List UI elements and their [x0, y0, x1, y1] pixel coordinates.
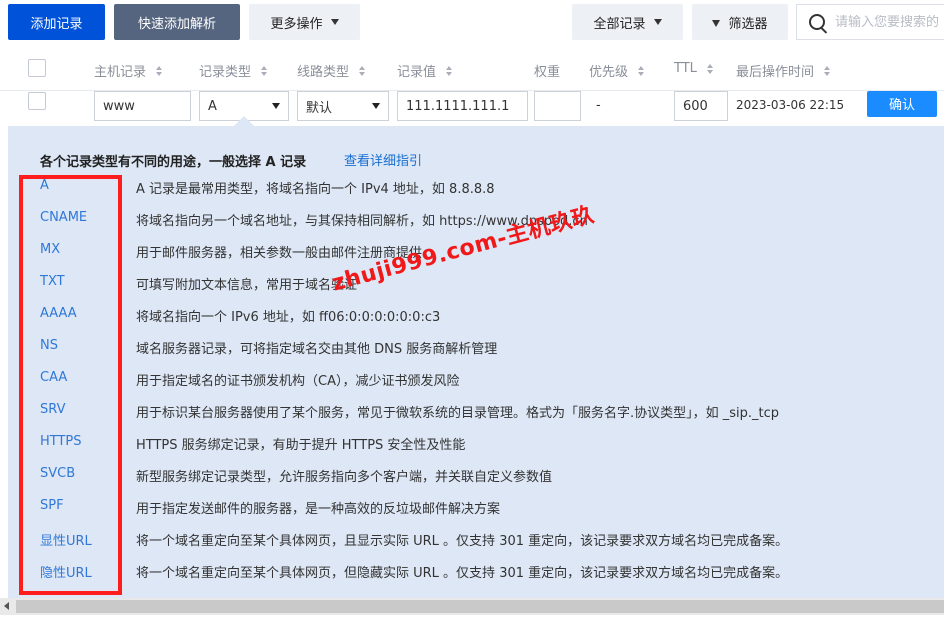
column-line[interactable]: 线路类型 [297, 61, 366, 80]
filter-label: 筛选器 [728, 16, 768, 32]
select-all-checkbox[interactable] [28, 59, 46, 77]
type-desc: 用于指定发送邮件的服务器，是一种高效的反垃圾邮件解决方案 [136, 502, 501, 517]
column-value[interactable]: 记录值 [397, 61, 453, 80]
column-type-label: 记录类型 [199, 65, 252, 80]
table-header: 主机记录 记录类型 线路类型 记录值 权重 优先级 TTL 最后操作时间 [0, 52, 944, 90]
type-row-spf[interactable]: SPF 用于指定发送邮件的服务器，是一种高效的反垃圾邮件解决方案 [8, 498, 944, 530]
ttl-value: 600 [683, 98, 708, 114]
column-last-op-label: 最后操作时间 [736, 65, 815, 80]
type-desc: 将一个域名重定向至某个具体网页，且显示实际 URL 。仅支持 301 重定向，该… [136, 534, 789, 549]
edit-record-row: www A 默认 111.1111.111.1 - 600 2023-03-06… [0, 90, 944, 126]
more-ops-label: 更多操作 [270, 16, 323, 32]
type-row-ns[interactable]: NS 域名服务器记录，可将指定域名交由其他 DNS 服务商解析管理 [8, 338, 944, 370]
highlight-box [19, 175, 122, 595]
type-row-implicit-url[interactable]: 隐性URL 将一个域名重定向至某个具体网页，但隐藏实际 URL 。仅支持 301 … [8, 562, 944, 594]
type-desc: A 记录是最常用类型，将域名指向一个 IPv4 地址，如 8.8.8.8 [136, 182, 495, 197]
sort-icon [638, 65, 645, 76]
guide-link[interactable]: 查看详细指引 [344, 150, 422, 169]
sort-icon [446, 65, 453, 76]
host-value: www [103, 98, 135, 114]
last-op-time: 2023-03-06 22:15 [736, 98, 845, 112]
type-row-aaaa[interactable]: AAAA 将域名指向一个 IPv6 地址，如 ff06:0:0:0:0:0:0:c… [8, 306, 944, 338]
quick-add-button[interactable]: 快速添加解析 [114, 4, 240, 40]
type-value: A [208, 98, 217, 114]
sort-icon [156, 65, 163, 76]
column-host-label: 主机记录 [94, 65, 147, 80]
column-priority-label: 优先级 [589, 65, 629, 80]
column-weight: 权重 [534, 61, 560, 80]
caret-down-icon [653, 19, 662, 25]
confirm-button[interactable]: 确认 [867, 91, 937, 117]
more-ops-dropdown[interactable]: 更多操作 [249, 4, 360, 40]
all-records-label: 全部记录 [593, 16, 646, 32]
column-type[interactable]: 记录类型 [199, 61, 268, 80]
all-records-dropdown[interactable]: 全部记录 [572, 4, 683, 40]
column-host[interactable]: 主机记录 [94, 61, 163, 80]
type-desc: 新型服务绑定记录类型，允许服务指向多个客户端，并关联自定义参数值 [136, 470, 553, 485]
ttl-input[interactable]: 600 [674, 91, 728, 121]
sort-icon [359, 65, 366, 76]
column-value-label: 记录值 [397, 65, 437, 80]
sort-icon [706, 63, 713, 74]
column-weight-label: 权重 [534, 65, 561, 80]
scroll-left-arrow-icon[interactable] [4, 602, 9, 610]
caret-down-icon [372, 103, 380, 109]
search-input[interactable] [835, 14, 944, 30]
type-row-txt[interactable]: TXT 可填写附加文本信息，常用于域名验证 [8, 274, 944, 306]
sort-icon [261, 65, 268, 76]
panel-title: 各个记录类型有不同的用途，一般选择 A 记录 [40, 155, 307, 170]
column-last-op[interactable]: 最后操作时间 [736, 61, 831, 80]
line-select[interactable]: 默认 [297, 91, 389, 121]
type-desc: 域名服务器记录，可将指定域名交由其他 DNS 服务商解析管理 [136, 342, 498, 357]
column-line-label: 线路类型 [297, 65, 350, 80]
row-checkbox[interactable] [28, 92, 46, 110]
horizontal-scrollbar[interactable] [0, 598, 944, 615]
value-input[interactable]: 111.1111.111.1 [397, 91, 528, 121]
search-icon [809, 14, 825, 30]
add-record-button[interactable]: 添加记录 [8, 4, 105, 40]
type-desc: 将一个域名重定向至某个具体网页，但隐藏实际 URL 。仅支持 301 重定向，该… [136, 566, 789, 581]
sort-icon [824, 65, 831, 76]
weight-input[interactable] [534, 91, 581, 121]
type-row-a[interactable]: AA 记录是最常用类型，将域名指向一个 IPv4 地址，如 8.8.8.8 [8, 178, 944, 210]
host-input[interactable]: www [94, 91, 191, 121]
type-desc: 用于标识某台服务器使用了某个服务，常见于微软系统的目录管理。格式为「服务名字.协… [136, 406, 780, 421]
record-value: 111.1111.111.1 [406, 98, 510, 114]
panel-arrow [234, 116, 254, 126]
type-desc: 用于指定域名的证书颁发机构（CA），减少证书颁发风险 [136, 374, 460, 389]
type-desc: 将域名指向一个 IPv6 地址，如 ff06:0:0:0:0:0:0:c3 [136, 310, 441, 325]
type-row-https[interactable]: HTTPS HTTPS 服务绑定记录，有助于提升 HTTPS 安全性及性能 [8, 434, 944, 466]
record-type-help-panel: 各个记录类型有不同的用途，一般选择 A 记录 查看详细指引 AA 记录是最常用类… [8, 126, 944, 598]
line-value: 默认 [306, 100, 333, 116]
filter-button[interactable]: 筛选器 [692, 4, 788, 40]
type-row-explicit-url[interactable]: 显性URL 将一个域名重定向至某个具体网页，且显示实际 URL 。仅支持 301 … [8, 530, 944, 562]
search-box[interactable] [796, 4, 944, 40]
caret-down-icon [272, 103, 280, 109]
type-row-svcb[interactable]: SVCB 新型服务绑定记录类型，允许服务指向多个客户端，并关联自定义参数值 [8, 466, 944, 498]
priority-value: - [596, 98, 601, 113]
column-ttl-label: TTL [674, 61, 697, 76]
filter-icon [712, 19, 721, 27]
caret-down-icon [330, 19, 339, 25]
column-priority[interactable]: 优先级 [589, 61, 645, 80]
type-desc: 可填写附加文本信息，常用于域名验证 [136, 278, 358, 293]
scrollbar-thumb[interactable] [16, 600, 944, 613]
type-row-caa[interactable]: CAA 用于指定域名的证书颁发机构（CA），减少证书颁发风险 [8, 370, 944, 402]
type-row-srv[interactable]: SRV 用于标识某台服务器使用了某个服务，常见于微软系统的目录管理。格式为「服务名… [8, 402, 944, 434]
type-desc: HTTPS 服务绑定记录，有助于提升 HTTPS 安全性及性能 [136, 438, 466, 453]
column-ttl[interactable]: TTL [674, 61, 713, 76]
